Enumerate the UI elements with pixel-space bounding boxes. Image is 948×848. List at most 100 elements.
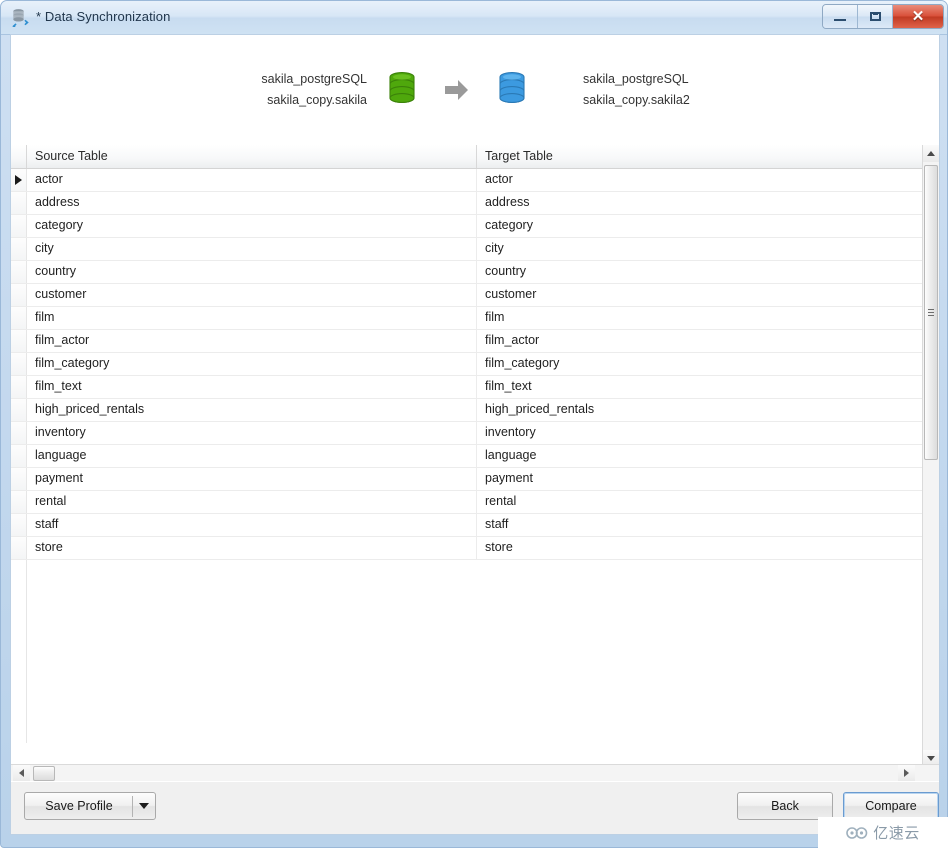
- dialog-button-bar: Save Profile Back Compare: [11, 781, 939, 834]
- target-table-cell[interactable]: film_text: [477, 376, 922, 398]
- target-table-cell[interactable]: inventory: [477, 422, 922, 444]
- maximize-button[interactable]: [858, 5, 893, 28]
- target-table-cell[interactable]: high_priced_rentals: [477, 399, 922, 421]
- source-table-cell[interactable]: country: [27, 261, 477, 283]
- table-row[interactable]: address address: [11, 192, 922, 215]
- grid-horizontal-scrollbar[interactable]: [11, 764, 939, 782]
- row-selector-gutter[interactable]: [11, 284, 27, 306]
- row-selector-gutter[interactable]: [11, 238, 27, 260]
- target-schema-name: sakila_copy.sakila2: [583, 93, 690, 107]
- target-table-cell[interactable]: category: [477, 215, 922, 237]
- source-table-cell[interactable]: film: [27, 307, 477, 329]
- save-profile-button[interactable]: Save Profile: [24, 792, 156, 820]
- target-table-cell[interactable]: film_category: [477, 353, 922, 375]
- source-table-cell[interactable]: inventory: [27, 422, 477, 444]
- title-bar[interactable]: * Data Synchronization ✕: [1, 1, 947, 35]
- source-table-cell[interactable]: customer: [27, 284, 477, 306]
- source-table-cell[interactable]: category: [27, 215, 477, 237]
- caret-down-icon[interactable]: [139, 803, 149, 809]
- row-selector-gutter[interactable]: [11, 215, 27, 237]
- source-connection-name: sakila_postgreSQL: [261, 72, 367, 86]
- save-profile-label: Save Profile: [45, 799, 113, 813]
- table-row[interactable]: customer customer: [11, 284, 922, 307]
- source-table-cell[interactable]: language: [27, 445, 477, 467]
- target-table-cell[interactable]: store: [477, 537, 922, 559]
- minimize-icon: [834, 19, 846, 21]
- grid-vertical-scrollbar[interactable]: [922, 145, 939, 767]
- scroll-right-button[interactable]: [898, 765, 915, 781]
- window-controls: ✕: [822, 4, 944, 29]
- back-button[interactable]: Back: [737, 792, 833, 820]
- row-selector-gutter[interactable]: [11, 376, 27, 398]
- chevron-left-icon: [19, 769, 24, 777]
- source-table-cell[interactable]: payment: [27, 468, 477, 490]
- row-selector-gutter[interactable]: [11, 169, 27, 191]
- target-table-cell[interactable]: rental: [477, 491, 922, 513]
- table-row[interactable]: store store: [11, 537, 922, 560]
- row-selector-gutter[interactable]: [11, 468, 27, 490]
- source-table-cell[interactable]: film_actor: [27, 330, 477, 352]
- table-row[interactable]: category category: [11, 215, 922, 238]
- source-table-cell[interactable]: city: [27, 238, 477, 260]
- target-table-cell[interactable]: film_actor: [477, 330, 922, 352]
- row-selector-gutter[interactable]: [11, 192, 27, 214]
- table-row[interactable]: payment payment: [11, 468, 922, 491]
- source-table-cell[interactable]: high_priced_rentals: [27, 399, 477, 421]
- target-table-cell[interactable]: language: [477, 445, 922, 467]
- grid-header-row: Source Table Target Table: [11, 145, 922, 169]
- target-table-cell[interactable]: address: [477, 192, 922, 214]
- scroll-left-button[interactable]: [13, 765, 30, 781]
- source-table-cell[interactable]: staff: [27, 514, 477, 536]
- target-table-cell[interactable]: payment: [477, 468, 922, 490]
- current-row-indicator-icon: [15, 175, 22, 185]
- minimize-button[interactable]: [823, 5, 858, 28]
- table-row[interactable]: country country: [11, 261, 922, 284]
- compare-button[interactable]: Compare: [843, 792, 939, 820]
- target-table-cell[interactable]: country: [477, 261, 922, 283]
- table-row[interactable]: film film: [11, 307, 922, 330]
- target-table-cell[interactable]: staff: [477, 514, 922, 536]
- row-selector-gutter[interactable]: [11, 491, 27, 513]
- row-selector-gutter[interactable]: [11, 353, 27, 375]
- row-selector-gutter[interactable]: [11, 445, 27, 467]
- target-table-cell[interactable]: city: [477, 238, 922, 260]
- table-row[interactable]: staff staff: [11, 514, 922, 537]
- close-button[interactable]: ✕: [893, 5, 943, 28]
- horizontal-scroll-thumb[interactable]: [33, 766, 55, 781]
- target-table-cell[interactable]: film: [477, 307, 922, 329]
- table-row[interactable]: film_text film_text: [11, 376, 922, 399]
- chevron-down-icon: [927, 756, 935, 761]
- source-table-cell[interactable]: film_category: [27, 353, 477, 375]
- table-row[interactable]: high_priced_rentals high_priced_rentals: [11, 399, 922, 422]
- source-table-cell[interactable]: rental: [27, 491, 477, 513]
- scroll-up-button[interactable]: [923, 145, 939, 162]
- row-selector-gutter[interactable]: [11, 537, 27, 559]
- target-table-cell[interactable]: actor: [477, 169, 922, 191]
- source-table-cell[interactable]: address: [27, 192, 477, 214]
- column-header-source-table[interactable]: Source Table: [27, 145, 477, 168]
- compare-label: Compare: [865, 799, 917, 813]
- table-row[interactable]: city city: [11, 238, 922, 261]
- target-table-cell[interactable]: customer: [477, 284, 922, 306]
- vertical-scroll-thumb[interactable]: [924, 165, 938, 460]
- row-selector-gutter[interactable]: [11, 399, 27, 421]
- row-selector-gutter[interactable]: [11, 330, 27, 352]
- column-header-target-table[interactable]: Target Table: [477, 145, 922, 168]
- table-mapping-grid[interactable]: Source Table Target Table actor actor addr…: [11, 145, 939, 767]
- table-row[interactable]: language language: [11, 445, 922, 468]
- row-selector-gutter[interactable]: [11, 422, 27, 444]
- row-selector-gutter[interactable]: [11, 307, 27, 329]
- watermark-overlay: 亿速云: [818, 817, 948, 848]
- source-table-cell[interactable]: film_text: [27, 376, 477, 398]
- table-row[interactable]: inventory inventory: [11, 422, 922, 445]
- watermark-text: 亿速云: [873, 824, 920, 842]
- table-row[interactable]: actor actor: [11, 169, 922, 192]
- table-row[interactable]: film_category film_category: [11, 353, 922, 376]
- database-icon-blue: [495, 70, 529, 110]
- row-selector-gutter[interactable]: [11, 261, 27, 283]
- table-row[interactable]: rental rental: [11, 491, 922, 514]
- table-row[interactable]: film_actor film_actor: [11, 330, 922, 353]
- row-selector-gutter[interactable]: [11, 514, 27, 536]
- source-table-cell[interactable]: actor: [27, 169, 477, 191]
- source-table-cell[interactable]: store: [27, 537, 477, 559]
